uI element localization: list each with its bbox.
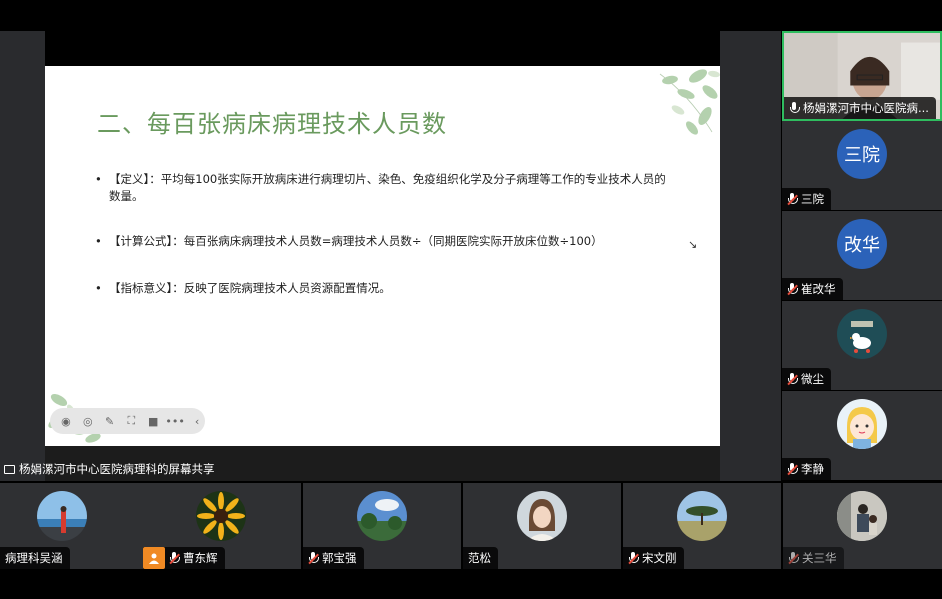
portrait-avatar-icon (527, 499, 557, 541)
presentation-slide: 二、每百张病床病理技术人员数 • 【定义】：平均每100张实际开放病床进行病理切… (45, 66, 720, 446)
avatar (37, 491, 87, 541)
participant-name: 宋文刚 (642, 551, 677, 565)
participant-tile[interactable]: 微尘 (782, 301, 942, 390)
screen-share-area: 二、每百张病床病理技术人员数 • 【定义】：平均每100张实际开放病床进行病理切… (0, 31, 781, 481)
screenshot-icon[interactable]: ⛶ (123, 413, 139, 429)
microphone-muted-icon (628, 551, 639, 565)
participant-name-tag: 微尘 (782, 368, 831, 390)
microphone-muted-icon (787, 192, 798, 206)
duck-avatar-icon (850, 321, 873, 353)
participant-name-tag: 崔改华 (782, 278, 843, 300)
avatar (677, 491, 727, 541)
microphone-muted-icon (787, 282, 798, 296)
bullet-text: 【指标意义】：反映了医院病理技术人员资源配置情况。 (109, 281, 391, 295)
leaf-decoration-icon (659, 69, 720, 135)
participant-name-tag: 关三华 (783, 547, 844, 569)
bullet-marker: • (95, 234, 102, 248)
participant-tile[interactable]: 关三华 (783, 483, 942, 569)
avatar (517, 491, 567, 541)
participant-tile[interactable]: 病理科吴涵 (0, 483, 158, 569)
avatar (357, 491, 407, 541)
participant-strip: 病理科吴涵 曹东辉 郭宝强 范松 宋文刚 关三华 (0, 481, 942, 571)
landscape-avatar-icon (357, 491, 407, 541)
family-photo-avatar-icon (837, 491, 887, 541)
cartoon-avatar-icon (847, 407, 877, 449)
bullet-text: 【定义】：平均每100张实际开放病床进行病理切片、染色、免疫组织化学及分子病理等… (109, 172, 666, 203)
participant-tile[interactable]: 三院 三院 (782, 121, 942, 210)
collapse-icon[interactable]: ‹ (189, 413, 205, 429)
microphone-muted-icon (169, 551, 180, 565)
microphone-muted-icon (308, 551, 319, 565)
share-right-margin (720, 31, 781, 481)
avatar (837, 399, 887, 449)
annotation-toolbar: ◉ ◎ ✎ ⛶ ■ ••• ‹ (50, 408, 205, 434)
pointer-icon[interactable]: ◉ (58, 413, 74, 429)
participant-name-tag: 三院 (782, 188, 831, 210)
slide-bullet-definition: • 【定义】：平均每100张实际开放病床进行病理切片、染色、免疫组织化学及分子病… (95, 171, 675, 205)
screen-share-icon (4, 464, 15, 474)
participant-name-tag: 病理科吴涵 (0, 547, 70, 569)
microphone-muted-icon (787, 462, 798, 476)
beach-photo-avatar-icon (37, 491, 87, 541)
slide-bullet-significance: • 【指标意义】：反映了医院病理技术人员资源配置情况。 (95, 280, 675, 297)
participant-name: 病理科吴涵 (5, 551, 63, 565)
participant-tile[interactable]: 曹东辉 (143, 483, 301, 569)
participant-name: 三院 (801, 192, 824, 206)
share-label-text: 杨娟漯河市中心医院病理科的屏幕共享 (19, 462, 215, 476)
participant-name-tag: 杨娟漯河市中心医院病... (784, 97, 936, 119)
participant-tile-active-speaker[interactable]: 杨娟漯河市中心医院病... (782, 31, 942, 121)
share-left-margin (0, 31, 45, 481)
participant-name: 杨娟漯河市中心医院病... (803, 101, 929, 115)
share-label: 杨娟漯河市中心医院病理科的屏幕共享 (4, 461, 215, 477)
share-top-margin (45, 31, 720, 66)
participant-name-tag: 曹东辉 (143, 547, 225, 569)
participant-name-tag: 郭宝强 (303, 547, 364, 569)
avatar: 三院 (837, 129, 887, 179)
window-bottom-margin (0, 571, 942, 599)
participant-name: 李静 (801, 462, 824, 476)
participant-tile[interactable]: 宋文刚 (623, 483, 781, 569)
slide-bullet-formula: • 【计算公式】：每百张病床病理技术人员数=病理技术人员数÷（同期医院实际开放床… (95, 233, 675, 250)
mouse-cursor-icon: ↘ (688, 238, 698, 251)
participant-name: 曹东辉 (183, 551, 218, 565)
participant-tile[interactable]: 改华 崔改华 (782, 211, 942, 300)
participant-name: 郭宝强 (322, 551, 357, 565)
avatar (837, 309, 887, 359)
avatar (196, 491, 246, 541)
participant-name: 范松 (468, 551, 491, 565)
participant-name-tag: 范松 (463, 547, 498, 569)
pencil-icon[interactable]: ✎ (102, 413, 118, 429)
camera-icon[interactable]: ■ (145, 413, 161, 429)
microphone-muted-icon (788, 551, 799, 565)
participant-name-tag: 宋文刚 (623, 547, 684, 569)
microphone-icon (789, 101, 800, 115)
savanna-avatar-icon (677, 491, 727, 541)
avatar (837, 491, 887, 541)
participant-name: 崔改华 (801, 282, 836, 296)
participant-tile[interactable]: 郭宝强 (303, 483, 461, 569)
more-icon[interactable]: ••• (165, 413, 184, 429)
participant-tile[interactable]: 范松 (463, 483, 621, 569)
share-label-bar: 杨娟漯河市中心医院病理科的屏幕共享 (0, 457, 781, 481)
bullet-marker: • (95, 281, 102, 295)
participant-tile[interactable]: 李静 (782, 391, 942, 480)
microphone-muted-icon (787, 372, 798, 386)
bullet-text: 【计算公式】：每百张病床病理技术人员数=病理技术人员数÷（同期医院实际开放床位数… (109, 234, 603, 248)
slide-title: 二、每百张病床病理技术人员数 (97, 110, 447, 138)
bullet-marker: • (95, 172, 102, 186)
person-icon (143, 547, 165, 569)
pen-icon[interactable]: ◎ (80, 413, 96, 429)
participant-name: 微尘 (801, 372, 824, 386)
avatar: 改华 (837, 219, 887, 269)
sunflower-avatar-icon (197, 492, 245, 540)
participant-name: 关三华 (802, 551, 837, 565)
participant-name-tag: 李静 (782, 458, 831, 480)
